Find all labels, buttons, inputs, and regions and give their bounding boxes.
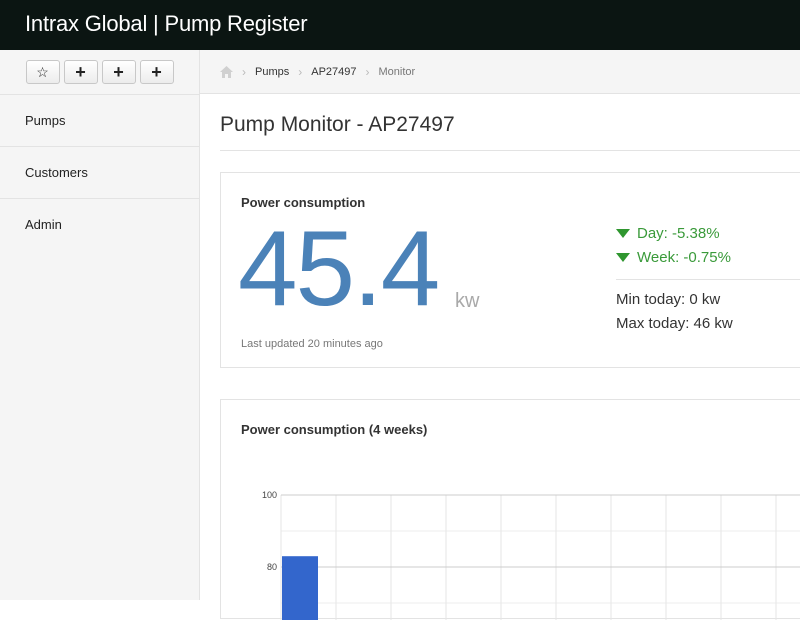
y-tick-label: 80 <box>267 562 277 572</box>
sidebar: ☆ + + + Pumps Customers Admin <box>0 50 200 600</box>
power-chart-panel: Power consumption (4 weeks) 100 80 <box>220 399 800 620</box>
power-stats: Day: -5.38% Week: -0.75% Min today: 0 kw… <box>616 221 800 336</box>
star-icon: ☆ <box>36 63 49 80</box>
app-title: Intrax Global | Pump Register <box>25 11 308 36</box>
breadcrumb: › Pumps › AP27497 › Monitor <box>200 50 800 94</box>
plus-icon: + <box>113 62 124 82</box>
power-chart: 100 80 <box>262 490 800 620</box>
plus-icon: + <box>75 62 86 82</box>
arrow-down-icon <box>616 228 630 238</box>
add-button-1[interactable]: + <box>63 60 98 84</box>
power-consumption-panel: Power consumption 45.4 kw Last updated 2… <box>220 172 800 368</box>
home-icon[interactable] <box>220 65 233 78</box>
top-bar: Intrax Global | Pump Register <box>0 0 800 50</box>
week-change: Week: -0.75% <box>616 245 800 269</box>
sidebar-item-pumps[interactable]: Pumps <box>0 95 199 147</box>
max-today: Max today: 46 kw <box>616 315 733 332</box>
last-updated: Last updated 20 minutes ago <box>241 338 383 350</box>
main-content: Pump Monitor - AP27497 Power consumption… <box>200 95 800 620</box>
chevron-right-icon: › <box>298 64 303 79</box>
add-button-3[interactable]: + <box>139 60 174 84</box>
power-unit: kw <box>455 290 480 312</box>
arrow-down-icon <box>616 252 630 262</box>
sidebar-item-admin[interactable]: Admin <box>0 199 199 250</box>
breadcrumb-pumps[interactable]: Pumps <box>255 66 289 78</box>
bar <box>282 556 318 620</box>
chevron-right-icon: › <box>242 64 246 79</box>
current-power-value: 45.4 <box>238 208 440 328</box>
day-change: Day: -5.38% <box>616 221 800 245</box>
y-tick-label: 100 <box>262 490 277 500</box>
min-today: Min today: 0 kw <box>616 291 721 308</box>
week-change-text: Week: -0.75% <box>637 248 731 266</box>
shortcut-toolbar: ☆ + + + <box>0 50 199 95</box>
day-change-text: Day: -5.38% <box>637 224 720 242</box>
sidebar-item-customers[interactable]: Customers <box>0 147 199 199</box>
page-title: Pump Monitor - AP27497 <box>220 113 455 136</box>
breadcrumb-pump-id[interactable]: AP27497 <box>311 66 356 78</box>
favorite-button[interactable]: ☆ <box>25 60 60 84</box>
breadcrumb-current: Monitor <box>378 65 416 78</box>
divider <box>220 150 800 151</box>
add-button-2[interactable]: + <box>101 60 136 84</box>
chevron-right-icon: › <box>365 64 370 79</box>
divider <box>616 279 800 280</box>
plus-icon: + <box>151 62 162 82</box>
